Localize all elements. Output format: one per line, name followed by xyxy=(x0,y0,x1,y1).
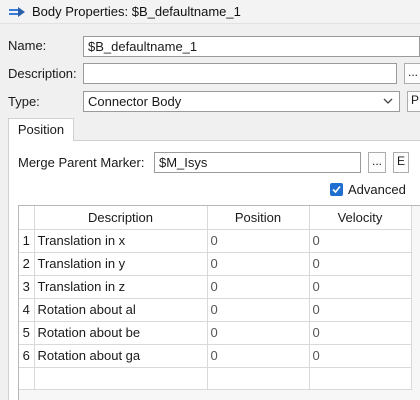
empty-cell xyxy=(34,367,208,390)
column-header-index xyxy=(19,206,35,230)
description-label: Description: xyxy=(8,66,77,81)
row-velocity[interactable]: 0 xyxy=(309,298,412,322)
row-velocity[interactable]: 0 xyxy=(309,229,412,253)
advanced-checkbox[interactable] xyxy=(330,183,343,196)
name-field[interactable]: $B_defaultname_1 xyxy=(83,36,420,57)
description-browse-button[interactable]: ... xyxy=(404,63,420,84)
row-velocity[interactable]: 0 xyxy=(309,275,412,299)
row-position[interactable]: 0 xyxy=(207,275,310,299)
table-row[interactable]: 1 Translation in x 0 0 xyxy=(19,229,412,253)
type-row: Type: Connector Body P xyxy=(0,90,420,114)
title-bar: Body Properties: $B_defaultname_1 xyxy=(0,0,420,24)
row-description: Rotation about be xyxy=(34,321,208,345)
row-description: Translation in z xyxy=(34,275,208,299)
merge-browse-button[interactable]: ... xyxy=(368,152,386,173)
table-row[interactable]: 5 Rotation about be 0 0 xyxy=(19,321,412,345)
tab-position[interactable]: Position xyxy=(8,118,74,141)
empty-cell xyxy=(19,367,35,390)
row-description: Translation in y xyxy=(34,252,208,276)
table-header-row: Description Position Velocity xyxy=(19,206,412,230)
row-velocity[interactable]: 0 xyxy=(309,321,412,345)
row-description: Translation in x xyxy=(34,229,208,253)
advanced-label: Advanced xyxy=(348,182,406,197)
table-row[interactable]: 3 Translation in z 0 0 xyxy=(19,275,412,299)
dof-table: Description Position Velocity 1 Translat… xyxy=(18,205,420,400)
column-header-position[interactable]: Position xyxy=(207,206,310,230)
row-velocity[interactable]: 0 xyxy=(309,344,412,368)
chevron-down-icon[interactable] xyxy=(383,97,393,105)
row-velocity[interactable]: 0 xyxy=(309,252,412,276)
app-logo-icon xyxy=(9,6,25,17)
row-position[interactable]: 0 xyxy=(207,344,310,368)
table-empty-row xyxy=(19,367,412,390)
row-position[interactable]: 0 xyxy=(207,252,310,276)
column-header-velocity[interactable]: Velocity xyxy=(309,206,412,230)
row-index: 2 xyxy=(19,252,35,276)
row-index: 6 xyxy=(19,344,35,368)
column-header-description[interactable]: Description xyxy=(34,206,208,230)
name-label: Name: xyxy=(8,38,47,53)
empty-cell xyxy=(207,367,310,390)
row-description: Rotation about al xyxy=(34,298,208,322)
merge-parent-marker-field[interactable]: $M_Isys xyxy=(154,152,361,173)
empty-cell xyxy=(309,367,412,390)
type-select[interactable]: Connector Body xyxy=(83,91,400,112)
row-index: 5 xyxy=(19,321,35,345)
table-row[interactable]: 4 Rotation about al 0 0 xyxy=(19,298,412,322)
window-title: Body Properties: $B_defaultname_1 xyxy=(32,4,241,19)
type-label: Type: xyxy=(8,94,40,109)
description-row: Description: ... xyxy=(0,62,420,86)
row-description: Rotation about ga xyxy=(34,344,208,368)
table-row[interactable]: 6 Rotation about ga 0 0 xyxy=(19,344,412,368)
row-position[interactable]: 0 xyxy=(207,321,310,345)
table-row[interactable]: 2 Translation in y 0 0 xyxy=(19,252,412,276)
row-index: 1 xyxy=(19,229,35,253)
row-position[interactable]: 0 xyxy=(207,229,310,253)
type-select-value: Connector Body xyxy=(88,94,182,109)
checkmark-icon xyxy=(332,185,341,194)
row-index: 4 xyxy=(19,298,35,322)
description-field[interactable] xyxy=(83,63,397,84)
type-side-button[interactable]: P xyxy=(407,91,420,112)
row-position[interactable]: 0 xyxy=(207,298,310,322)
merge-parent-marker-label: Merge Parent Marker: xyxy=(18,155,145,170)
merge-edit-button[interactable]: E xyxy=(393,152,409,173)
tab-strip: Position xyxy=(0,118,420,141)
name-row: Name: $B_defaultname_1 xyxy=(0,34,420,58)
row-index: 3 xyxy=(19,275,35,299)
